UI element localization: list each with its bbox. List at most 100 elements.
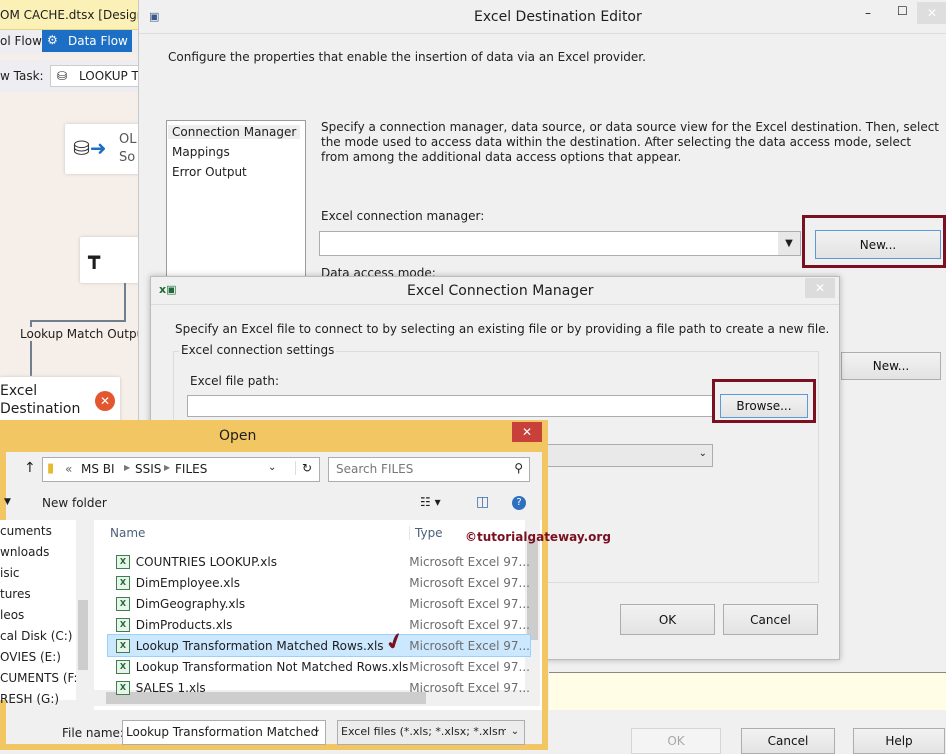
file-path-input[interactable] [187,395,713,417]
settings-group-label: Excel connection settings [179,343,337,357]
open-title: Open [219,428,257,444]
conn-manager-combo[interactable]: ▼ [319,231,801,256]
search-placeholder: Search FILES [336,462,414,476]
editor-ok-button[interactable]: OK [631,728,721,754]
file-name: DimProducts.xls [135,617,233,632]
address-bar[interactable]: ▮ « MS BI ▶ SSIS ▶ FILES ⌄ ↻ [42,457,320,482]
breadcrumb-ssis[interactable]: SSIS [135,462,161,476]
nav-scrollbar-thumb[interactable] [78,600,88,670]
title-divider [151,304,839,305]
nav-pictures[interactable]: tures [0,587,31,601]
nav-movies-e[interactable]: OVIES (E:) [0,650,61,664]
excel-file-icon: X [116,659,130,674]
file-row[interactable]: X Lookup Transformation Not Matched Rows.… [108,656,530,677]
file-name-label: File name: [62,726,124,740]
breadcrumb-files[interactable]: FILES [175,462,207,476]
file-name-input[interactable]: Lookup Transformation Matched ⌄ [122,720,326,745]
close-icon[interactable]: ✕ [512,422,542,442]
conn-cancel-button[interactable]: Cancel [723,604,818,635]
new-table-button[interactable]: New... [841,352,941,380]
conn-ok-button[interactable]: OK [620,604,715,635]
excel-version-combo[interactable]: ⌄ [531,444,713,467]
excel-file-icon: X [116,680,130,695]
search-input[interactable]: Search FILES ⚲ [328,457,530,482]
watermark: ©tutorialgateway.org [465,530,611,544]
tab-data-flow-label: Data Flow [68,34,128,48]
nav-connection-manager[interactable]: Connection Manager [168,125,301,139]
tab-control-flow[interactable]: ol Flow [0,34,42,48]
chevron-down-icon[interactable]: ⌄ [506,721,524,744]
view-options-icon[interactable]: ☷ ▾ [420,495,441,509]
excel-destination-label-2: Destination [0,401,81,417]
organize-dropdown-icon[interactable]: ▼ [4,497,11,507]
new-connection-button[interactable]: New... [815,230,941,259]
file-type-filter[interactable]: Excel files (*.xls; *.xlsx; *.xlsm; *.x ⌄ [337,720,525,745]
chevron-down-icon[interactable]: ⌄ [268,462,276,473]
file-row[interactable]: X DimGeography.xls Microsoft Excel 97... [108,593,530,614]
lookup-component[interactable]: ┳ [80,237,145,283]
file-row[interactable]: X SALES 1.xls Microsoft Excel 97... [108,677,530,698]
dropdown-arrow-icon[interactable]: ▼ [778,232,800,255]
file-row[interactable]: X DimEmployee.xls Microsoft Excel 97... [108,572,530,593]
excel-file-icon: X [116,596,130,611]
folder-icon: ▮ [47,461,55,476]
file-name: Lookup Transformation Matched Rows.xls [135,638,384,653]
excel-file-icon: X [116,638,130,653]
file-row[interactable]: X DimProducts.xls Microsoft Excel 97... [108,614,530,635]
connector-label: Lookup Match Output [20,327,149,341]
file-type: Microsoft Excel 97... [409,596,530,611]
chevron-down-icon: ⌄ [698,448,707,459]
file-type: Microsoft Excel 97... [409,680,530,695]
ole-db-source-component[interactable]: ⛁➜ OL So [65,124,145,174]
excel-file-icon: X [116,617,130,632]
refresh-icon[interactable]: ↻ [295,461,312,475]
nav-fresh-g[interactable]: RESH (G:) [0,692,59,706]
browse-button[interactable]: Browse... [720,394,808,418]
ole-source-label: OL [119,132,137,147]
nav-videos[interactable]: leos [0,608,24,622]
task-selector-bar: w Task: ⛁ LOOKUP T [0,60,140,92]
column-header-type[interactable]: Type [409,526,443,540]
file-name: COUNTRIES LOOKUP.xls [135,554,277,569]
close-icon[interactable]: ✕ [805,278,835,298]
file-row[interactable]: X Lookup Transformation Matched Rows.xls M… [107,634,531,657]
excel-file-icon: X [116,575,130,590]
ole-source-label-2: So [119,150,136,165]
file-name: DimEmployee.xls [135,575,240,590]
nav-documents-f[interactable]: CUMENTS (F: [0,671,78,685]
conn-description: Specify an Excel file to connect to by s… [175,322,830,336]
close-icon[interactable]: ✕ [917,2,946,24]
task-label: w Task: [0,69,44,83]
preview-pane-icon[interactable]: ◫ [476,494,489,510]
help-icon[interactable]: ? [512,496,526,510]
file-name: Lookup Transformation Not Matched Rows.x… [135,659,409,674]
nav-local-disk-c[interactable]: cal Disk (C:) [0,629,72,643]
nav-documents[interactable]: cuments [0,524,52,538]
tab-data-flow[interactable]: Data Flow ⚙ [42,30,132,52]
nav-error-output[interactable]: Error Output [172,165,247,179]
error-icon: ✕ [95,391,115,411]
excel-destination-component[interactable]: Excel Destination ✕ [0,377,120,423]
conn-title: Excel Connection Manager [407,283,594,299]
new-folder-button[interactable]: New folder [42,496,107,510]
nav-music[interactable]: isic [0,566,20,580]
minimize-icon[interactable]: – [865,6,871,20]
editor-title: Excel Destination Editor [474,9,642,25]
overflow-chevron-icon: « [65,462,73,476]
nav-mappings[interactable]: Mappings [172,145,230,159]
document-tab[interactable]: OM CACHE.dtsx [Design]* [0,0,155,30]
up-arrow-icon[interactable]: ↑ [24,460,36,476]
conn-manager-label: Excel connection manager: [321,209,485,223]
maximize-icon[interactable]: ☐ [897,4,908,18]
task-combo[interactable]: ⛁ LOOKUP T [50,65,140,87]
column-header-name[interactable]: Name [110,526,145,540]
editor-help-button[interactable]: Help [853,728,945,754]
nav-scrollbar[interactable] [76,520,90,700]
file-row[interactable]: X COUNTRIES LOOKUP.xls Microsoft Excel 97.… [108,551,530,572]
message-area [549,672,946,710]
excel-file-icon: X [116,554,130,569]
chevron-down-icon[interactable]: ⌄ [313,724,321,735]
breadcrumb-ms-bi[interactable]: MS BI [81,462,115,476]
editor-cancel-button[interactable]: Cancel [741,728,835,754]
nav-downloads[interactable]: wnloads [0,545,49,559]
